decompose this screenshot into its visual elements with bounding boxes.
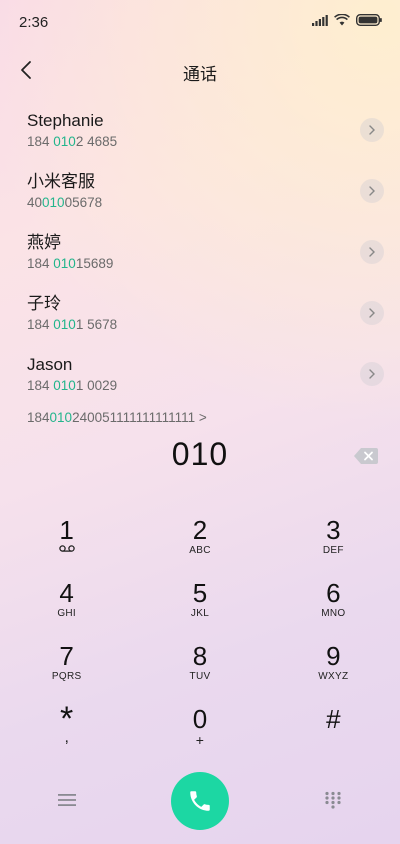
key-6[interactable]: 6 MNO: [267, 578, 400, 641]
page-title: 通话: [183, 65, 217, 84]
call-button[interactable]: [171, 772, 229, 830]
key-star[interactable]: * ,: [0, 700, 133, 767]
bottom-bar: [0, 770, 400, 830]
key-8[interactable]: 8 TUV: [133, 641, 266, 704]
key-letters: JKL: [190, 608, 210, 619]
contact-detail-button[interactable]: [360, 118, 384, 142]
key-letters: ,: [64, 729, 69, 746]
contact-name: Jason: [27, 355, 73, 374]
delete-button[interactable]: [352, 444, 380, 468]
backspace-icon: [354, 448, 378, 464]
menu-icon: [58, 794, 76, 806]
chevron-right-icon: [369, 125, 375, 135]
contact-number: 184 01015689: [27, 256, 114, 271]
list-item[interactable]: 子玲 184 0101 5678: [0, 283, 400, 344]
chevron-right-icon: [369, 186, 375, 196]
contact-number: 184 0101 0029: [27, 378, 118, 393]
list-item[interactable]: Jason 184 0101 0029: [0, 344, 400, 405]
contact-detail-button[interactable]: [360, 240, 384, 264]
key-digit: 3: [326, 515, 341, 545]
list-item[interactable]: Stephanie 184 0102 4685: [0, 100, 400, 161]
contact-number: 184 0102 4685: [27, 134, 118, 149]
key-digit: 2: [192, 515, 208, 545]
keypad-row: 7 PQRS 8 TUV 9 WXYZ: [0, 641, 400, 704]
phone-icon: [190, 791, 210, 811]
key-letters: ABC: [189, 545, 211, 556]
dial-display: 010: [0, 420, 400, 492]
key-4[interactable]: 4 GHI: [0, 578, 133, 641]
dialpad-toggle-button[interactable]: [318, 786, 348, 814]
keypad-row: * , 0 + #: [0, 700, 400, 767]
key-digit: 1: [59, 515, 74, 545]
key-letters: DEF: [322, 545, 344, 556]
contact-number: 4001005678: [27, 195, 103, 210]
keypad-row: 1 2 ABC 3 DEF: [0, 515, 400, 578]
menu-button[interactable]: [52, 786, 82, 814]
contact-detail-button[interactable]: [360, 301, 384, 325]
key-7[interactable]: 7 PQRS: [0, 641, 133, 704]
header: 通话: [0, 50, 400, 90]
wifi-icon: [334, 13, 350, 31]
keypad: 1 2 ABC 3 DEF 4 GHI 5 JKL 6 MNO 7 PQRS 8…: [0, 515, 400, 767]
key-letters: WXYZ: [318, 671, 349, 682]
key-letters: TUV: [189, 671, 211, 682]
key-letters: MNO: [321, 608, 346, 619]
keypad-row: 4 GHI 5 JKL 6 MNO: [0, 578, 400, 641]
status-bar: 2:36: [0, 0, 400, 44]
contact-name: 子玲: [27, 294, 61, 313]
key-0[interactable]: 0 +: [133, 704, 266, 767]
key-digit: 5: [192, 578, 208, 608]
key-2[interactable]: 2 ABC: [133, 515, 266, 578]
contact-name: 小米客服: [27, 172, 95, 191]
list-item[interactable]: 燕婷 184 01015689: [0, 222, 400, 283]
key-letters: PQRS: [51, 671, 82, 682]
list-item[interactable]: 小米客服 4001005678: [0, 161, 400, 222]
status-time: 2:36: [19, 13, 49, 31]
chevron-right-icon: [369, 247, 375, 257]
key-digit: 8: [192, 641, 208, 671]
key-digit: #: [326, 704, 341, 734]
key-3[interactable]: 3 DEF: [267, 515, 400, 578]
key-digit: 4: [59, 578, 74, 608]
key-hash[interactable]: #: [267, 704, 400, 767]
key-digit: 9: [326, 641, 341, 671]
battery-icon: [355, 13, 382, 31]
dialed-number: 010: [171, 436, 229, 472]
key-9[interactable]: 9 WXYZ: [267, 641, 400, 704]
contact-name: Stephanie: [27, 111, 104, 130]
contact-number: 184 0101 5678: [27, 317, 118, 332]
key-digit: 0: [192, 704, 208, 734]
contact-results-list: Stephanie 184 0102 4685 小米客服 4001005678 …: [0, 100, 400, 420]
key-letters: +: [195, 732, 205, 748]
status-icons: [312, 13, 382, 31]
chevron-right-icon: [369, 369, 375, 379]
dialpad-icon: [325, 791, 341, 809]
contact-name: 燕婷: [27, 233, 61, 252]
key-digit: 7: [59, 641, 74, 671]
chevron-right-icon: [369, 308, 375, 318]
signal-icon: [312, 13, 328, 31]
contact-detail-button[interactable]: [360, 179, 384, 203]
key-digit: *: [60, 700, 74, 738]
key-1[interactable]: 1: [0, 515, 133, 578]
key-digit: 6: [326, 578, 341, 608]
key-5[interactable]: 5 JKL: [133, 578, 266, 641]
contact-detail-button[interactable]: [360, 362, 384, 386]
key-letters: GHI: [57, 608, 76, 619]
voicemail-icon: [58, 545, 75, 552]
